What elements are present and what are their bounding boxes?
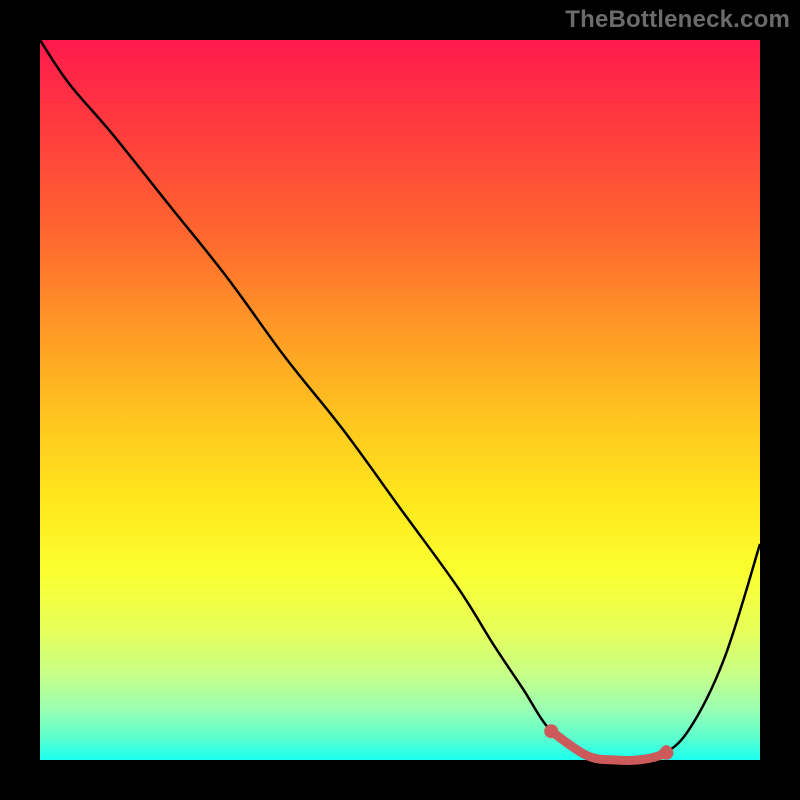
plot-area [40,40,760,760]
highlight-segment [551,731,666,760]
chart-frame: TheBottleneck.com [0,0,800,800]
bottleneck-curve [40,40,760,761]
curve-svg [40,40,760,760]
watermark-label: TheBottleneck.com [565,6,790,34]
marker-left [544,724,558,738]
marker-right [659,746,673,760]
